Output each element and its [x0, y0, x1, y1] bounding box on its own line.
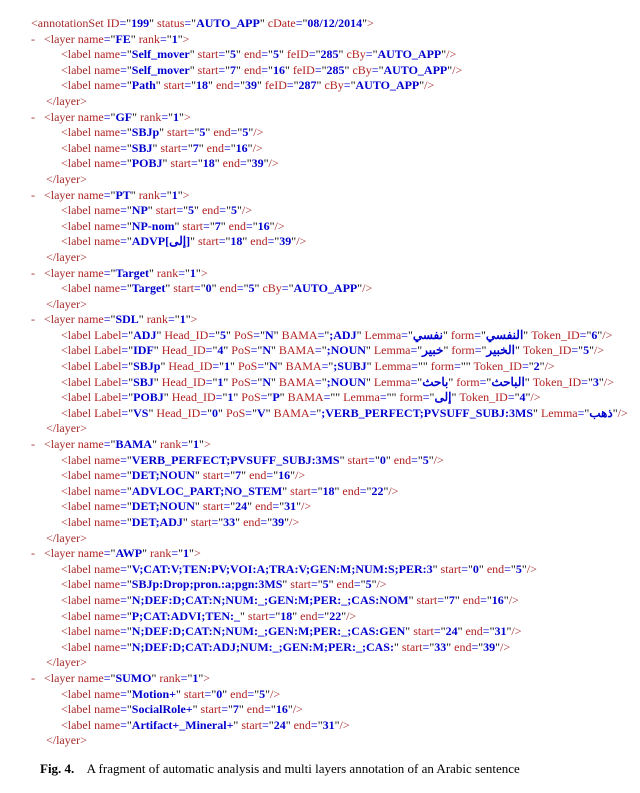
caption-label: Fig. 4.	[40, 761, 74, 776]
figure-caption: Fig. 4. A fragment of automatic analysis…	[16, 761, 624, 777]
caption-text: A fragment of automatic analysis and mul…	[87, 761, 520, 776]
xml-code-block: <annotationSet ID="199" status="AUTO_APP…	[16, 16, 624, 749]
